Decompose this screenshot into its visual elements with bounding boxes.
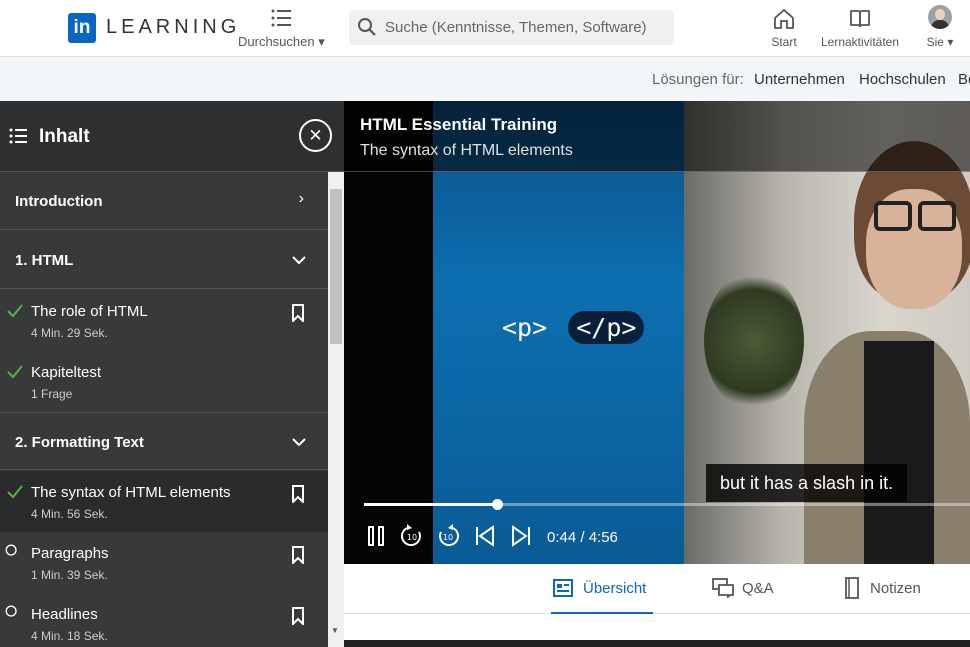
circle-unwatched-icon [5, 605, 17, 617]
tab-label: Übersicht [583, 580, 647, 597]
course-title: HTML Essential Training [360, 115, 558, 134]
linkedin-logo[interactable]: in [68, 13, 96, 43]
sidebar-title: Inhalt [39, 126, 90, 147]
browse-label: Durchsuchen ▾ [238, 34, 325, 49]
list-item[interactable]: Kapiteltest 1 Frage [0, 351, 328, 412]
slide-open-tag: <p> [502, 313, 548, 342]
slide-close-tag: </p> [568, 311, 645, 344]
item-duration: 1 Min. 39 Sek. [31, 568, 108, 582]
slide-code-sample: <p> </p> [502, 311, 645, 344]
list-item[interactable]: Headlines 4 Min. 18 Sek. [0, 593, 328, 647]
previous-video-icon[interactable] [472, 523, 498, 549]
sidebar-scrollbar-thumb[interactable] [330, 189, 342, 344]
item-title: The role of HTML [31, 303, 148, 320]
notes-icon [845, 577, 859, 599]
chevron-down-icon [292, 256, 306, 264]
nav-me[interactable]: Sie ▾ [920, 5, 960, 52]
checkmark-icon [7, 485, 23, 499]
scroll-down-arrow-icon[interactable]: ▼ [331, 626, 339, 635]
seek-bar-handle[interactable] [492, 499, 503, 510]
search-icon [358, 18, 376, 36]
close-sidebar-button[interactable]: ✕ [299, 119, 332, 152]
plant [704, 271, 804, 411]
item-title: Headlines [31, 606, 98, 623]
solutions-link-truncated[interactable]: Be [958, 71, 970, 88]
course-contents-sidebar: Inhalt ✕ Introduction › 1. HTML The role… [0, 101, 344, 647]
section-html[interactable]: 1. HTML [0, 231, 328, 289]
seek-bar-progress [364, 503, 497, 506]
video-title: The syntax of HTML elements [360, 142, 573, 159]
list-item[interactable]: The role of HTML 4 Min. 29 Sek. [0, 290, 328, 351]
bottom-edge [344, 640, 970, 647]
avatar [928, 5, 952, 29]
circle-unwatched-icon [5, 544, 17, 556]
item-title: Paragraphs [31, 545, 109, 562]
search-input[interactable] [385, 10, 665, 45]
sidebar-header: Inhalt ✕ [0, 101, 344, 172]
bookmark-icon[interactable] [291, 304, 305, 322]
svg-text:10: 10 [443, 533, 453, 542]
caret-down-icon: ▾ [947, 35, 954, 49]
item-title: Kapiteltest [31, 364, 102, 381]
bookmark-icon[interactable] [291, 485, 305, 503]
item-title: The syntax of HTML elements [31, 484, 231, 501]
nav-learning-activities-label: Lernaktivitäten [820, 35, 900, 49]
checkmark-icon [7, 304, 23, 318]
close-icon: ✕ [308, 126, 323, 145]
nav-learning-activities[interactable]: Lernaktivitäten [817, 6, 903, 52]
rewind-10-icon[interactable]: 10 [399, 523, 425, 549]
bookmark-icon[interactable] [291, 546, 305, 564]
caret-down-icon: ▾ [318, 34, 325, 49]
item-duration: 4 Min. 29 Sek. [31, 326, 108, 340]
content-tabs: Übersicht Q&A Notizen [344, 564, 970, 614]
nav-start-label: Start [771, 35, 797, 49]
next-video-icon[interactable] [508, 523, 534, 549]
timecode: 0:44 / 4:56 [547, 529, 618, 546]
nav-start[interactable]: Start [766, 6, 802, 52]
tab-label: Notizen [870, 580, 921, 597]
search-box[interactable] [349, 10, 674, 45]
list-item[interactable]: Paragraphs 1 Min. 39 Sek. [0, 532, 328, 593]
tab-qa[interactable]: Q&A [710, 564, 780, 614]
home-icon [774, 8, 794, 29]
overview-icon [553, 579, 573, 597]
forward-10-icon[interactable]: 10 [435, 523, 461, 549]
item-duration: 4 Min. 56 Sek. [31, 507, 108, 521]
item-question-count: 1 Frage [31, 387, 73, 401]
browse-menu-button[interactable]: Durchsuchen ▾ [238, 6, 328, 50]
video-title-overlay: HTML Essential Training The syntax of HT… [344, 101, 970, 172]
list-item-current[interactable]: The syntax of HTML elements 4 Min. 56 Se… [0, 471, 328, 532]
contents-list-icon [9, 128, 27, 144]
list-icon [271, 9, 291, 27]
svg-text:10: 10 [407, 533, 417, 542]
nav-me-label: Sie ▾ [926, 35, 954, 49]
solutions-link-business[interactable]: Unternehmen [754, 71, 845, 88]
contents-list: Introduction › 1. HTML The role of HTML … [0, 172, 328, 647]
checkmark-icon [7, 365, 23, 379]
chevron-right-icon: › [298, 190, 304, 207]
learning-wordmark[interactable]: LEARNING [106, 16, 240, 39]
tab-overview[interactable]: Übersicht [551, 564, 653, 614]
section-title: 1. HTML [15, 252, 74, 269]
item-duration: 4 Min. 18 Sek. [31, 629, 108, 643]
video-player[interactable]: HTML Essential Training The syntax of HT… [344, 101, 970, 564]
solutions-prefix: Lösungen für: [652, 71, 744, 88]
subtitle-caption: but it has a slash in it. [706, 464, 908, 502]
pause-icon[interactable] [364, 523, 390, 549]
book-icon [850, 10, 870, 28]
solutions-link-higher-ed[interactable]: Hochschulen [859, 71, 946, 88]
section-formatting-text[interactable]: 2. Formatting Text [0, 412, 328, 470]
section-introduction[interactable]: Introduction › [0, 172, 328, 230]
tab-label: Q&A [742, 580, 774, 597]
tab-notes[interactable]: Notizen [842, 564, 932, 614]
section-title: 2. Formatting Text [15, 434, 144, 451]
bookmark-icon[interactable] [291, 607, 305, 625]
chevron-down-icon [292, 438, 306, 446]
solutions-bar: Lösungen für: Unternehmen Hochschulen Be [0, 57, 970, 101]
section-title: Introduction [15, 193, 103, 210]
chat-bubbles-icon [712, 578, 734, 598]
top-navigation-bar: in LEARNING Durchsuchen ▾ Start Lernakti… [0, 0, 970, 57]
